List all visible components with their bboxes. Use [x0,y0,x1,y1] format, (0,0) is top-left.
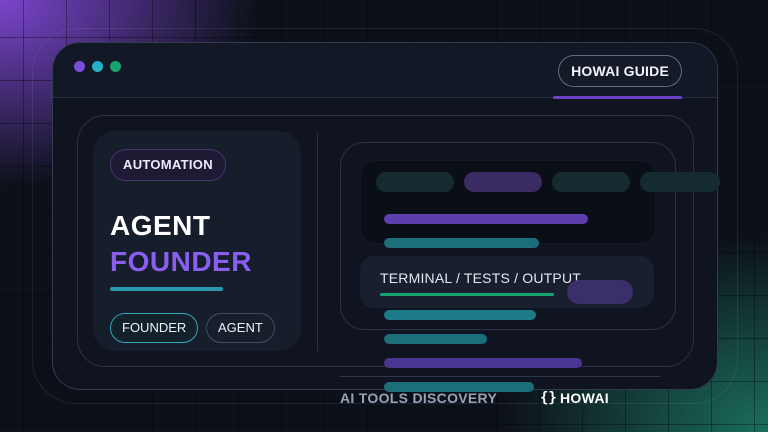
title-underline [110,287,223,291]
footer-rule [340,376,660,377]
brace-icon: {} [540,390,557,406]
vertical-divider [317,133,318,351]
window-control-dot-purple[interactable] [74,61,85,72]
tag-agent[interactable]: AGENT [206,313,275,343]
footer-tagline: AI TOOLS DISCOVERY [340,390,498,406]
window-control-dot-cyan[interactable] [92,61,103,72]
title-founder: FOUNDER [110,246,252,277]
guide-underline [553,96,682,99]
howai-guide-button[interactable]: HOWAI GUIDE [558,55,682,87]
title-agent: AGENT [110,210,211,241]
footer-brand[interactable]: HOWAI [560,390,609,406]
left-card: AUTOMATION AGENT FOUNDER FOUNDER AGENT [93,131,301,351]
window-control-dot-green[interactable] [110,61,121,72]
window-titlebar: HOWAI GUIDE [53,43,717,99]
app-window: HOWAI GUIDE AUTOMATION AGENT FOUNDER FOU… [52,42,718,390]
automation-chip[interactable]: AUTOMATION [110,149,226,181]
tag-founder[interactable]: FOUNDER [110,313,199,343]
